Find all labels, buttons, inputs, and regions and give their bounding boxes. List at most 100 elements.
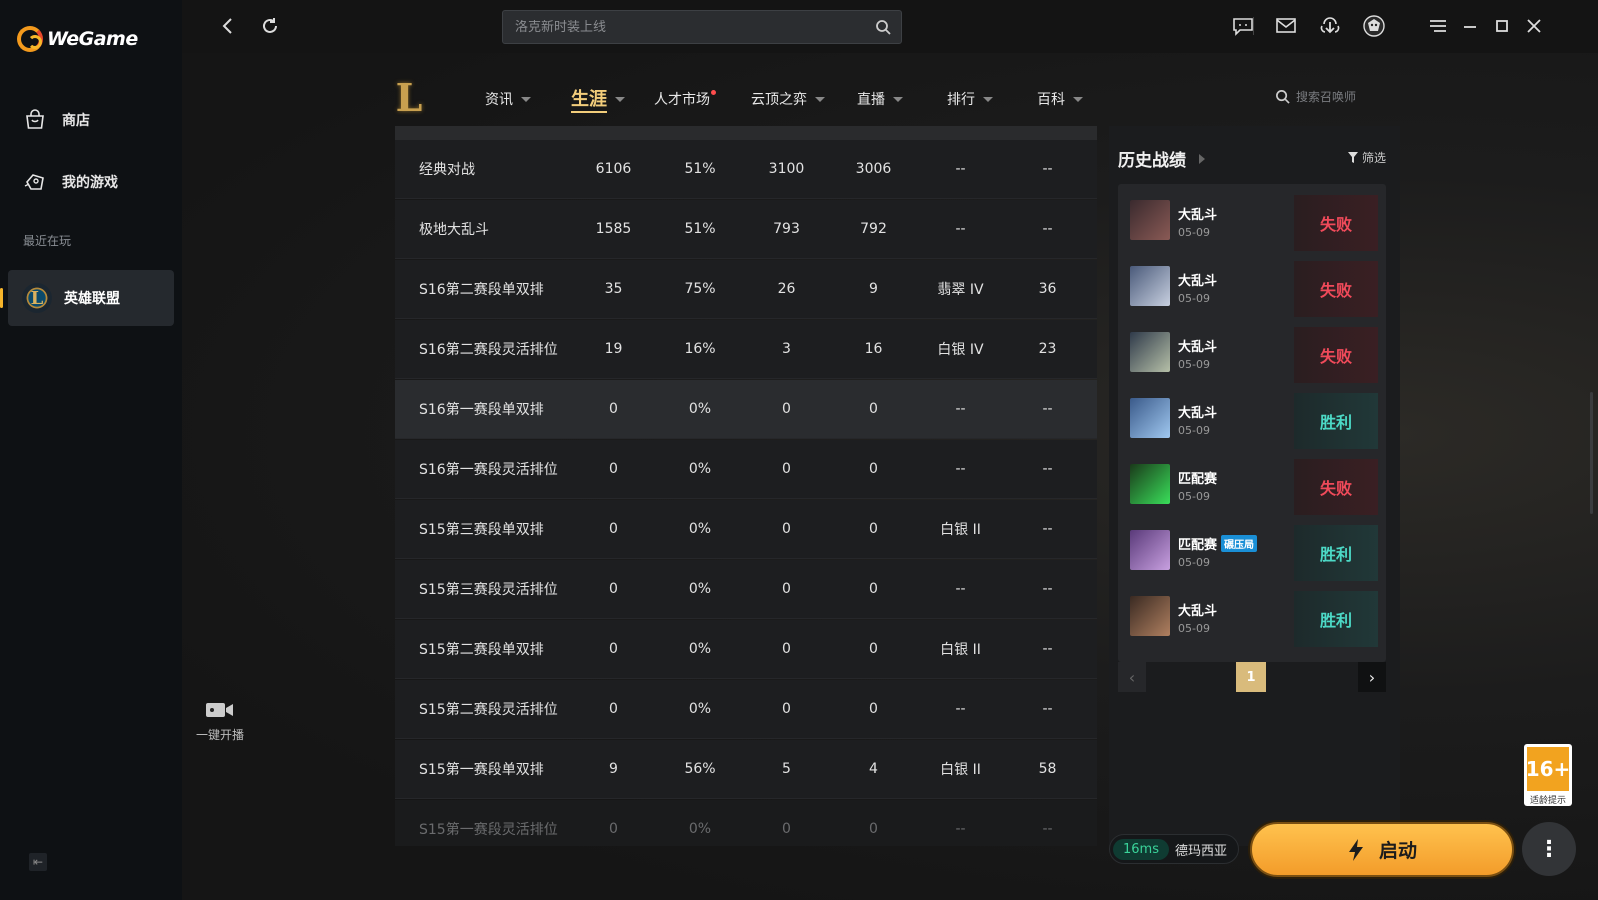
scrollbar[interactable] — [1590, 392, 1593, 514]
collapse-sidebar-button[interactable]: ⇤ — [29, 853, 47, 871]
match-item[interactable]: 大乱斗 05-09 胜利 — [1118, 582, 1386, 648]
league-points: -- — [1042, 221, 1053, 237]
prev-page-button[interactable]: ‹ — [1118, 662, 1146, 692]
tab-talent-market[interactable]: 人才市场 — [654, 84, 716, 114]
league-points: 23 — [1038, 341, 1057, 357]
match-mode-label: 匹配赛 — [1178, 472, 1218, 487]
summoner-search[interactable]: 搜索召唤师 — [1275, 88, 1356, 105]
table-row[interactable]: S15第三赛段单双排 0 0% 0 0 白银 II -- — [395, 500, 1097, 559]
table-row[interactable]: S15第三赛段灵活排位 0 0% 0 0 -- -- — [395, 560, 1097, 619]
table-row[interactable]: S15第一赛段灵活排位 0 0% 0 0 -- -- — [395, 800, 1097, 846]
losses-count: 0 — [869, 461, 878, 477]
global-search-input[interactable] — [515, 19, 865, 35]
collapse-left-icon: ⇤ — [32, 855, 44, 869]
menu-button[interactable] — [1426, 14, 1450, 38]
match-item[interactable]: 匹配赛 05-09 失败 — [1118, 450, 1386, 516]
bag-icon — [22, 107, 48, 133]
table-row[interactable]: S16第一赛段灵活排位 0 0% 0 0 -- -- — [395, 440, 1097, 499]
losses-count: 0 — [869, 641, 878, 657]
maximize-button[interactable] — [1490, 14, 1514, 38]
tab-career[interactable]: 生涯 — [571, 84, 625, 114]
chevron-left-icon: ‹ — [1128, 667, 1136, 687]
match-item[interactable]: 大乱斗 05-09 失败 — [1118, 252, 1386, 318]
match-result: 胜利 — [1294, 525, 1378, 581]
server-selector[interactable]: 16ms 德玛西亚 — [1109, 834, 1239, 864]
match-mode: 大乱斗 — [1178, 600, 1217, 619]
sidebar-item-my-games[interactable]: 我的游戏 — [22, 167, 118, 197]
table-row[interactable]: S16第二赛段灵活排位 19 16% 3 16 白银 IV 23 — [395, 320, 1097, 379]
games-played: 0 — [609, 641, 618, 657]
league-points: -- — [1042, 821, 1053, 837]
match-mode-label: 匹配赛 — [1178, 538, 1218, 553]
match-item[interactable]: 大乱斗 05-09 失败 — [1118, 318, 1386, 384]
one-click-live-button[interactable]: 一键开播 — [192, 700, 248, 743]
losses-count: 9 — [869, 281, 878, 297]
tab-wiki[interactable]: 百科 — [1037, 84, 1083, 114]
user-avatar-button[interactable] — [1362, 14, 1386, 38]
chat-button[interactable] — [1231, 14, 1255, 38]
league-of-legends-logo[interactable]: L — [390, 75, 429, 120]
table-row[interactable]: 经典对战 6106 51% 3100 3006 -- -- — [395, 140, 1097, 199]
recent-game-lol[interactable]: L 英雄联盟 — [0, 270, 174, 326]
mail-button[interactable] — [1274, 14, 1298, 38]
brand-name: WeGame — [47, 28, 138, 50]
tab-tft[interactable]: 云顶之弈 — [751, 84, 825, 114]
match-mode-label: 大乱斗 — [1178, 604, 1218, 619]
table-row[interactable]: S16第一赛段单双排 0 0% 0 0 -- -- — [395, 380, 1097, 439]
wins-count: 3100 — [768, 161, 805, 177]
global-search[interactable] — [502, 10, 902, 44]
wins-count: 0 — [782, 581, 791, 597]
more-options-button[interactable]: ⋮ — [1522, 822, 1576, 876]
match-date: 05-09 — [1178, 226, 1210, 239]
chevron-left-icon — [222, 18, 232, 34]
launch-game-button[interactable]: 启动 — [1250, 822, 1514, 877]
match-item[interactable]: 大乱斗 05-09 胜利 — [1118, 384, 1386, 450]
rank-tier: -- — [955, 701, 966, 717]
close-button[interactable] — [1522, 14, 1546, 38]
match-item[interactable]: 大乱斗 05-09 失败 — [1118, 186, 1386, 252]
match-history-title[interactable]: 历史战绩 — [1118, 146, 1206, 171]
live-label: 一键开播 — [195, 728, 244, 742]
refresh-button[interactable] — [258, 14, 282, 38]
tab-ranking[interactable]: 排行 — [947, 84, 993, 114]
tab-live[interactable]: 直播 — [857, 84, 903, 114]
rank-tier: 白银 II — [940, 762, 981, 778]
queue-name: S15第三赛段灵活排位 — [419, 582, 558, 598]
queue-name: S16第二赛段单双排 — [419, 282, 544, 298]
losses-count: 0 — [869, 521, 878, 537]
wins-count: 0 — [782, 701, 791, 717]
win-rate: 0% — [688, 461, 712, 477]
sidebar-item-store[interactable]: 商店 — [22, 105, 90, 135]
next-page-button[interactable]: › — [1358, 662, 1386, 692]
table-row[interactable]: S15第二赛段灵活排位 0 0% 0 0 -- -- — [395, 680, 1097, 739]
wins-count: 3 — [782, 341, 791, 357]
win-rate: 16% — [684, 341, 716, 357]
filter-button[interactable]: 筛选 — [1347, 149, 1386, 166]
wegame-logo[interactable]: WeGame — [17, 24, 138, 54]
table-row[interactable]: S16第二赛段单双排 35 75% 26 9 翡翠 IV 36 — [395, 260, 1097, 319]
age-rating-badge[interactable]: 16+ 适龄提示 — [1524, 744, 1572, 806]
queue-name: S16第一赛段灵活排位 — [419, 462, 558, 478]
rank-tier: 翡翠 IV — [937, 282, 984, 298]
tab-news[interactable]: 资讯 — [485, 84, 531, 114]
win-rate: 0% — [688, 401, 712, 417]
wins-count: 5 — [782, 761, 791, 777]
table-row[interactable]: 极地大乱斗 1585 51% 793 792 -- -- — [395, 200, 1097, 259]
wins-count: 0 — [782, 401, 791, 417]
rank-tier: -- — [955, 821, 966, 837]
minimize-button[interactable] — [1458, 14, 1482, 38]
download-button[interactable] — [1318, 14, 1342, 38]
match-item[interactable]: 匹配赛 碾压局 05-09 胜利 — [1118, 516, 1386, 582]
league-points: -- — [1042, 461, 1053, 477]
match-mode: 匹配赛 碾压局 — [1178, 534, 1258, 553]
table-row[interactable]: S15第一赛段单双排 9 56% 5 4 白银 II 58 — [395, 740, 1097, 799]
page-number-button[interactable]: 1 — [1236, 662, 1266, 692]
back-button[interactable] — [216, 14, 240, 38]
filter-icon — [1347, 152, 1358, 163]
match-result: 胜利 — [1294, 591, 1378, 647]
rank-tier: 白银 IV — [937, 342, 984, 358]
search-icon[interactable] — [875, 19, 891, 39]
table-row[interactable]: S15第二赛段单双排 0 0% 0 0 白银 II -- — [395, 620, 1097, 679]
chevron-down-icon — [615, 96, 625, 102]
rank-tier: 白银 II — [940, 522, 981, 538]
